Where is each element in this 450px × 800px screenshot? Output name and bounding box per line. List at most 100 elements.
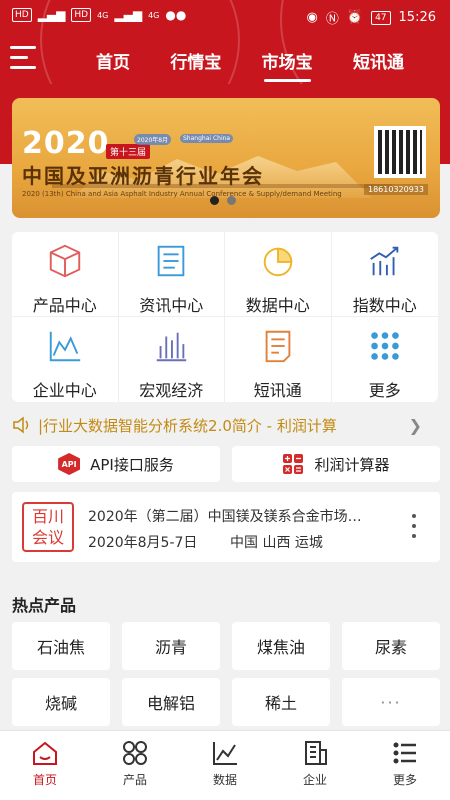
trend-bar-icon xyxy=(369,246,399,276)
meeting-card[interactable]: 百川 会议 2020年（第二届）中国镁及镁系合金市场… 2020年8月5-7日 … xyxy=(12,492,440,562)
grid-item-data-center[interactable]: 数据中心 xyxy=(225,232,332,317)
bottom-nav: 首页 产品 数据 企业 更多 xyxy=(0,730,450,800)
meeting-badge: 百川 会议 xyxy=(22,502,74,552)
hot-product-item[interactable]: 电解铝 xyxy=(122,678,220,726)
grid-item-short-news[interactable]: 短讯通 xyxy=(225,317,332,402)
banner-phone: 18610320933 xyxy=(364,184,428,195)
area-chart-icon xyxy=(49,331,80,362)
grid-item-label: 更多 xyxy=(368,381,401,400)
grid-item-label: 数据中心 xyxy=(245,296,310,315)
status-right: ◉ Ⓝ ⏰ 47 15:26 xyxy=(307,8,436,27)
qr-code-icon xyxy=(374,126,426,178)
grid-item-enterprise-center[interactable]: 企业中心 xyxy=(12,317,119,402)
wechat-icon: ●● xyxy=(165,8,187,22)
meeting-title: 2020年（第二届）中国镁及镁系合金市场… xyxy=(88,509,362,525)
status-bar: HD ▂▄▆ HD 4G ▂▄▆ 4G ●● ◉ Ⓝ ⏰ 47 15:26 xyxy=(0,0,450,34)
top-nav: 首页 行情宝 市场宝 短讯通 xyxy=(90,46,410,82)
menu-icon-bar xyxy=(10,56,28,59)
notepad-icon xyxy=(265,330,291,363)
bottom-nav-label: 数据 xyxy=(212,773,237,787)
bottom-nav-more[interactable]: 更多 xyxy=(360,731,450,800)
api-service-button[interactable]: API API接口服务 xyxy=(12,446,220,482)
menu-button[interactable] xyxy=(10,44,38,72)
signal-icon: ▂▄▆ xyxy=(114,8,143,22)
section-title-hot-products: 热点产品 xyxy=(12,596,77,615)
banner-subtitle: 2020 (13th) China and Asia Asphalt Indus… xyxy=(22,190,342,198)
meeting-badge-line: 百川 xyxy=(31,507,64,526)
grid-item-macro-economy[interactable]: 宏观经济 xyxy=(119,317,225,402)
grid-item-product-center[interactable]: 产品中心 xyxy=(12,232,119,317)
carousel-dot[interactable] xyxy=(210,196,219,205)
tab-market-quotes[interactable]: 行情宝 xyxy=(164,46,227,76)
carousel-dot[interactable] xyxy=(227,196,236,205)
api-service-label: API接口服务 xyxy=(90,455,174,474)
notice-ticker[interactable]: |行业大数据智能分析系统2.0简介 - 利润计算 ❯ xyxy=(12,408,438,442)
building-icon xyxy=(305,741,327,765)
bottom-nav-label: 更多 xyxy=(392,773,417,787)
grid-item-label: 短讯通 xyxy=(253,381,302,400)
function-grid: 产品中心 资讯中心 数据中心 指数中心 企业中心 宏观经济 短讯通 更多 xyxy=(12,232,438,402)
pie-chart-icon xyxy=(263,247,293,277)
bottom-nav-label: 企业 xyxy=(302,773,327,787)
bottom-nav-home[interactable]: 首页 xyxy=(0,731,90,800)
meeting-place: 中国 山西 运城 xyxy=(230,535,323,551)
hot-product-item[interactable]: 石油焦 xyxy=(12,622,110,670)
hot-product-item[interactable]: 烧碱 xyxy=(12,678,110,726)
hd-chip: HD xyxy=(12,8,32,22)
banner-year: 2020 xyxy=(22,126,110,161)
nfc-icon: Ⓝ xyxy=(325,12,339,27)
hot-product-item[interactable]: 稀土 xyxy=(232,678,330,726)
hot-product-item[interactable]: 沥青 xyxy=(122,622,220,670)
calculator-icon xyxy=(283,454,304,474)
bottom-nav-enterprise[interactable]: 企业 xyxy=(270,731,360,800)
grid-item-news-center[interactable]: 资讯中心 xyxy=(118,232,225,317)
grid-item-label: 企业中心 xyxy=(32,381,97,400)
tab-market-treasure[interactable]: 市场宝 xyxy=(256,46,319,82)
data-chart-icon xyxy=(213,742,237,765)
list-icon xyxy=(393,742,416,764)
home-icon xyxy=(33,741,57,765)
banner-title: 中国及亚洲沥青行业年会 xyxy=(22,164,264,188)
eye-icon: ◉ xyxy=(306,10,318,25)
status-left: HD ▂▄▆ HD 4G ▂▄▆ 4G ●● xyxy=(12,8,186,22)
meeting-badge-line: 会议 xyxy=(31,528,64,547)
clock-time: 15:26 xyxy=(398,10,436,25)
bar-columns-icon xyxy=(157,332,187,362)
hd-chip: HD xyxy=(71,8,92,22)
profit-calculator-label: 利润计算器 xyxy=(314,455,390,474)
grid-item-label: 宏观经济 xyxy=(139,381,204,400)
banner-edition: 第十三届 xyxy=(106,144,151,159)
bottom-nav-data[interactable]: 数据 xyxy=(180,731,270,800)
grid-item-more[interactable]: 更多 xyxy=(332,317,439,402)
grid-item-label: 指数中心 xyxy=(352,296,417,315)
grid-item-index-center[interactable]: 指数中心 xyxy=(331,232,438,317)
app-header: HD ▂▄▆ HD 4G ▂▄▆ 4G ●● ◉ Ⓝ ⏰ 47 15:26 首页… xyxy=(0,0,450,84)
banner-date: 2020年8月 xyxy=(134,134,172,145)
menu-icon-bar xyxy=(10,66,36,69)
profit-calculator-button[interactable]: 利润计算器 xyxy=(232,446,440,482)
banner-place: Shanghai China xyxy=(180,134,234,143)
hot-products-more-button[interactable]: ··· xyxy=(342,678,440,726)
quick-actions: API API接口服务 利润计算器 xyxy=(12,446,440,482)
menu-icon-bar xyxy=(10,46,36,49)
signal-label: 4G xyxy=(148,10,160,20)
tab-home[interactable]: 首页 xyxy=(90,46,136,76)
hot-product-item[interactable]: 煤焦油 xyxy=(232,622,330,670)
meeting-date: 2020年8月5-7日 xyxy=(88,535,198,551)
box-icon xyxy=(49,244,80,278)
speaker-icon xyxy=(13,416,29,434)
chevron-right-icon: ❯ xyxy=(408,416,422,435)
signal-label: 4G xyxy=(97,10,109,20)
alarm-icon: ⏰ xyxy=(346,10,364,25)
grid-item-label: 资讯中心 xyxy=(139,296,204,315)
battery-icon: 47 xyxy=(371,10,391,25)
products-icon xyxy=(123,741,147,765)
bottom-nav-products[interactable]: 产品 xyxy=(90,731,180,800)
notice-text: |行业大数据智能分析系统2.0简介 - 利润计算 xyxy=(38,416,337,435)
hot-product-item[interactable]: 尿素 xyxy=(342,622,440,670)
api-badge-icon: API xyxy=(58,453,81,475)
more-vertical-icon[interactable] xyxy=(412,514,418,540)
grid-item-label: 产品中心 xyxy=(32,296,97,315)
bottom-nav-label: 产品 xyxy=(122,773,147,787)
tab-short-news[interactable]: 短讯通 xyxy=(347,46,410,76)
